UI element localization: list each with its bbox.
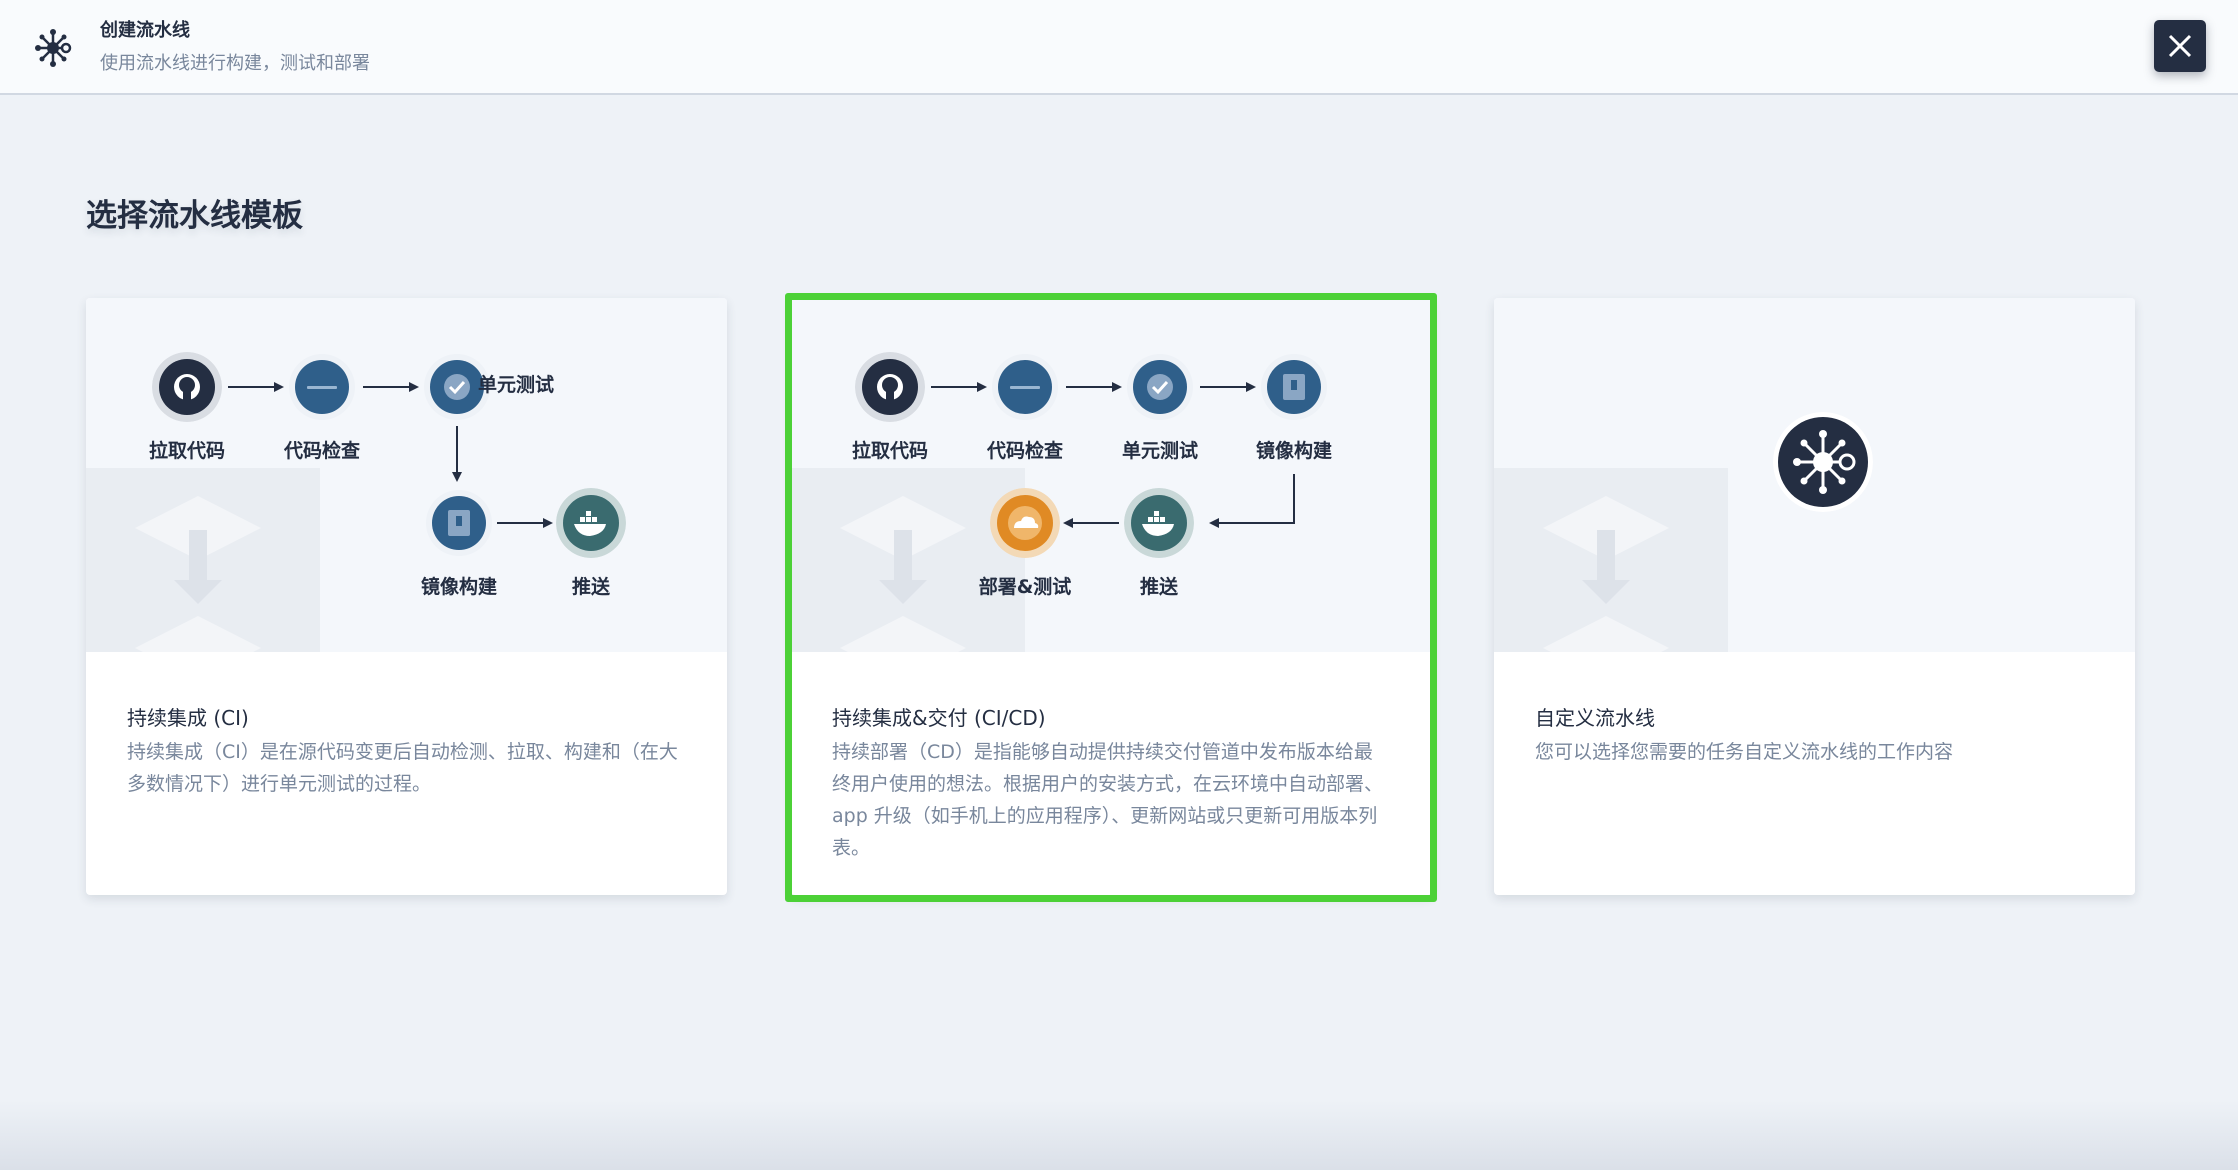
arrow-right-icon — [228, 382, 284, 392]
card-title: 持续集成&交付 (CI/CD) — [832, 706, 1046, 730]
step-label: 代码检查 — [283, 440, 360, 462]
card-illustration: 拉取代码 代码检查 单元测试 镜像构建 推送 — [86, 298, 727, 652]
arrow-right-icon — [497, 518, 553, 528]
step-label: 单元测试 — [1121, 440, 1198, 462]
step-label: 拉取代码 — [851, 440, 928, 462]
arrow-right-icon — [1200, 382, 1256, 392]
step-label: 单元测试 — [478, 374, 555, 396]
image-build-icon — [426, 490, 492, 556]
card-body: 持续集成 (CI) 持续集成（CI）是在源代码变更后自动检测、拉取、构建和（在大… — [127, 704, 686, 800]
template-card-cicd[interactable]: 拉取代码 代码检查 单元测试 镜像构建 推送 部署&测试 持续集成&交付 (CI… — [791, 298, 1432, 895]
arrow-right-icon — [363, 382, 419, 392]
template-card-custom[interactable]: 自定义流水线 您可以选择您需要的任务自定义流水线的工作内容 — [1494, 298, 2135, 895]
card-illustration — [1494, 298, 2135, 652]
step-label: 推送 — [571, 576, 610, 598]
step-label: 镜像构建 — [1255, 440, 1332, 462]
header-title: 创建流水线 — [100, 20, 190, 41]
step-label: 推送 — [1139, 576, 1178, 598]
card-description: 持续部署（CD）是指能够自动提供持续交付管道中发布版本给最终用户使用的想法。根据… — [832, 741, 1384, 859]
card-title: 自定义流水线 — [1535, 706, 1655, 730]
card-description: 您可以选择您需要的任务自定义流水线的工作内容 — [1535, 741, 1954, 763]
card-illustration: 拉取代码 代码检查 单元测试 镜像构建 推送 部署&测试 — [791, 298, 1432, 652]
close-icon — [2168, 34, 2192, 58]
arrow-down-icon — [452, 426, 462, 482]
step-label: 镜像构建 — [420, 576, 497, 598]
card-body: 持续集成&交付 (CI/CD) 持续部署（CD）是指能够自动提供持续交付管道中发… — [832, 704, 1391, 864]
card-body: 自定义流水线 您可以选择您需要的任务自定义流水线的工作内容 — [1535, 704, 2094, 768]
step-label: 拉取代码 — [148, 440, 225, 462]
pipeline-icon — [35, 29, 72, 67]
image-build-icon — [1261, 354, 1327, 420]
template-card-ci[interactable]: 拉取代码 代码检查 单元测试 镜像构建 推送 持续集成 (CI) 持续集成（CI… — [86, 298, 727, 895]
sonarqube-icon — [289, 354, 355, 420]
docker-push-icon — [1124, 488, 1194, 558]
step-label: 代码检查 — [986, 440, 1063, 462]
arrow-right-icon — [931, 382, 987, 392]
github-icon — [855, 352, 925, 422]
arrow-return-icon — [1209, 474, 1295, 528]
close-button[interactable] — [2154, 20, 2206, 72]
custom-pipeline-icon — [1773, 412, 1873, 512]
arrow-right-icon — [1066, 382, 1122, 392]
cloud-deploy-icon — [990, 488, 1060, 558]
card-title: 持续集成 (CI) — [127, 706, 249, 730]
sonarqube-icon — [992, 354, 1058, 420]
page-title: 选择流水线模板 — [86, 198, 303, 234]
bottom-fade — [0, 1100, 2238, 1170]
card-description: 持续集成（CI）是在源代码变更后自动检测、拉取、构建和（在大多数情况下）进行单元… — [127, 741, 678, 795]
step-label: 部署&测试 — [978, 576, 1072, 598]
header-subtitle: 使用流水线进行构建，测试和部署 — [100, 53, 370, 74]
arrow-left-icon — [1063, 518, 1119, 528]
unit-test-icon — [1127, 354, 1193, 420]
header-bar: 创建流水线 使用流水线进行构建，测试和部署 — [0, 0, 2238, 95]
github-icon — [152, 352, 222, 422]
docker-push-icon — [556, 488, 626, 558]
